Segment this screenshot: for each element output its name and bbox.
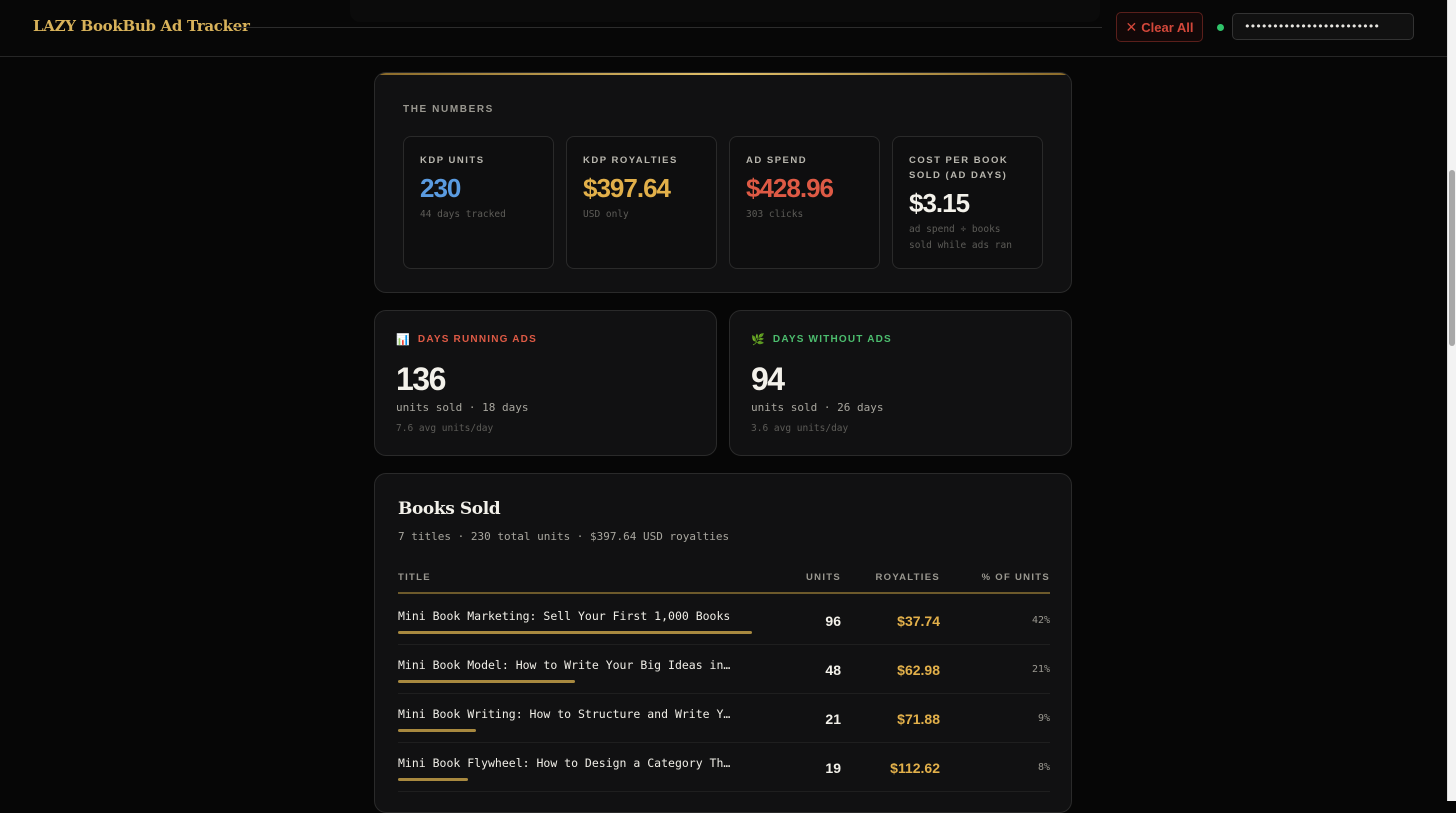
books-sold-summary: 7 titles · 230 total units · $397.64 USD… [398,530,730,543]
days-without-label: DAYS WITHOUT ADS [772,334,892,345]
book-royalties: $71.88 [897,711,940,727]
sprout-icon: 🌿 [751,334,766,346]
top-bar-backdrop [350,0,1100,22]
header-divider [234,27,1102,28]
stat-cost-per-book: COST PER BOOK SOLD (AD DAYS) $3.15 ad sp… [892,136,1043,269]
stat-label: COST PER BOOK SOLD (AD DAYS) [909,155,1009,181]
units-share-bar [398,778,468,781]
book-units: 19 [825,760,841,776]
book-royalties: $62.98 [897,662,940,678]
clear-all-button[interactable]: ✕ Clear All [1116,12,1203,42]
days-running-header: 📊 DAYS RUNNING ADS [396,333,695,346]
days-without-units: 94 [751,361,785,397]
stat-kdp-royalties: KDP ROYALTIES $397.64 USD only [566,136,717,269]
book-units: 48 [825,662,841,678]
book-royalties: $112.62 [890,760,940,776]
stat-sub: 44 days tracked [420,209,506,220]
days-running-ads-card: 📊 DAYS RUNNING ADS 136 units sold · 18 d… [374,310,717,456]
book-pct: 9% [1037,713,1050,724]
book-pct: 8% [1037,762,1050,773]
units-share-bar [398,680,575,683]
stat-value: $397.64 [583,173,671,203]
days-running-units: 136 [396,361,446,397]
book-pct: 42% [1031,615,1050,626]
units-share-bar [398,631,752,634]
days-without-avg: 3.6 avg units/day [751,423,849,434]
days-running-avg: 7.6 avg units/day [396,423,494,434]
stat-value: $428.96 [746,173,834,203]
days-without-header: 🌿 DAYS WITHOUT ADS [751,333,1050,346]
col-pct-units[interactable]: % OF UNITS [982,572,1050,583]
days-without-units-text: units sold · 26 days [751,401,884,414]
col-units[interactable]: UNITS [806,572,841,583]
stat-kdp-units: KDP UNITS 230 44 days tracked [403,136,554,269]
api-key-value: •••••••••••••••••••••••• [1244,20,1380,33]
api-key-input[interactable]: •••••••••••••••••••••••• [1232,13,1414,40]
close-icon: ✕ [1125,18,1138,35]
table-row[interactable]: Mini Book Model: How to Write Your Big I… [398,645,1050,694]
numbers-card: THE NUMBERS KDP UNITS 230 44 days tracke… [374,72,1072,293]
stat-label: KDP UNITS [420,155,485,166]
days-running-units-text: units sold · 18 days [396,401,529,414]
scrollbar-thumb[interactable] [1449,170,1455,346]
col-title[interactable]: TITLE [398,572,431,583]
app-title: LAZY BookBub Ad Tracker [33,17,250,35]
stat-sub: USD only [583,209,629,220]
table-row[interactable]: Mini Book Flywheel: How to Design a Cate… [398,743,1050,792]
page-scrollbar[interactable] [1447,0,1456,801]
books-sold-title: Books Sold [398,499,501,519]
stat-sub: ad spend ÷ books sold while ads ran [909,224,1012,251]
stat-label: KDP ROYALTIES [583,155,678,166]
days-running-label: DAYS RUNNING ADS [417,334,537,345]
stat-value: $3.15 [909,188,970,218]
book-pct: 21% [1031,664,1050,675]
book-title: Mini Book Writing: How to Structure and … [398,707,731,721]
numbers-section-label: THE NUMBERS [403,104,494,115]
stat-ad-spend: AD SPEND $428.96 303 clicks [729,136,880,269]
books-sold-card: Books Sold 7 titles · 230 total units · … [374,473,1072,813]
book-title: Mini Book Marketing: Sell Your First 1,0… [398,609,731,623]
top-bar: LAZY BookBub Ad Tracker ✕ Clear All ••••… [0,0,1456,57]
clear-all-label: Clear All [1141,19,1194,35]
col-royalties[interactable]: ROYALTIES [876,572,941,583]
book-title: Mini Book Flywheel: How to Design a Cate… [398,756,731,770]
book-title: Mini Book Model: How to Write Your Big I… [398,658,731,672]
stat-label: AD SPEND [746,155,808,166]
stat-sub: 303 clicks [746,209,804,220]
units-share-bar [398,729,476,732]
table-row[interactable]: Mini Book Marketing: Sell Your First 1,0… [398,596,1050,645]
book-royalties: $37.74 [897,613,940,629]
connection-status-dot [1217,24,1224,31]
stat-value: 230 [420,173,461,203]
table-row[interactable]: Mini Book Writing: How to Structure and … [398,694,1050,743]
books-table-header: TITLE UNITS ROYALTIES % OF UNITS [398,570,1050,594]
days-without-ads-card: 🌿 DAYS WITHOUT ADS 94 units sold · 26 da… [729,310,1072,456]
book-units: 21 [825,711,841,727]
book-units: 96 [825,613,841,629]
bar-chart-icon: 📊 [396,334,411,346]
